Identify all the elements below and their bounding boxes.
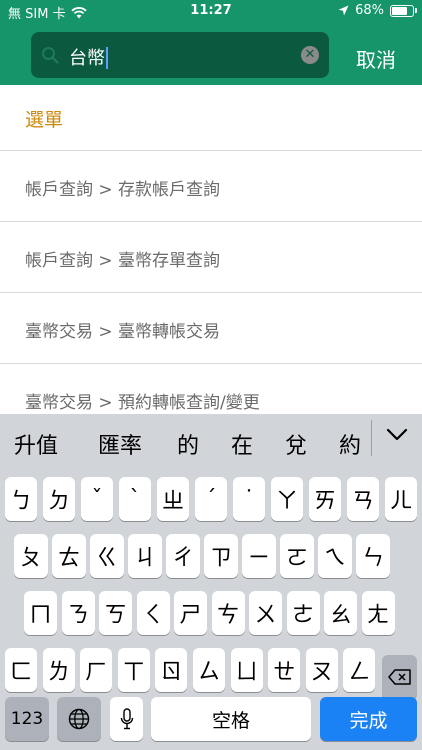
zhuyin-keyboard: 升值 匯率 的 在 兌 約 ㄅㄉ ˇ ˋ ㄓ ˊ ˙ ㄚㄞㄢㄦ ㄆㄊㄍㄐㄔㄗㄧㄛㄟㄣ ㄇㄋㄎ…	[0, 414, 422, 750]
space-key[interactable]: 空格	[151, 697, 311, 741]
keyboard-key[interactable]: ㄏ	[80, 648, 113, 692]
keyboard-key[interactable]: ㄉ	[43, 477, 75, 521]
candidate-word[interactable]: 匯率	[98, 428, 142, 460]
battery-icon	[390, 4, 417, 17]
list-item-label: 帳戶查詢 > 臺幣存單查詢	[25, 251, 221, 271]
list-item[interactable]: 帳戶查詢 > 存款帳戶查詢	[0, 150, 422, 221]
battery-percent: 68%	[355, 3, 384, 18]
candidate-word[interactable]: 的	[177, 428, 199, 460]
keyboard-key[interactable]: ˙	[233, 477, 265, 521]
results-list: 帳戶查詢 > 存款帳戶查詢 帳戶查詢 > 臺幣存單查詢 臺幣交易 > 臺幣轉帳交…	[0, 150, 422, 434]
search-input-text: 台幣	[69, 48, 105, 69]
backspace-icon	[387, 669, 411, 685]
keyboard-key[interactable]: ㄣ	[356, 534, 390, 578]
keyboard-key[interactable]: ㄎ	[99, 591, 132, 635]
clear-search-button[interactable]: ✕	[301, 46, 319, 64]
candidate-word[interactable]: 升值	[14, 428, 58, 460]
keyboard-key[interactable]: ㄝ	[268, 648, 301, 692]
keyboard-key[interactable]: ㄛ	[280, 534, 314, 578]
list-item-label: 臺幣交易 > 預約轉帳查詢/變更	[25, 393, 260, 413]
search-input[interactable]: 台幣	[69, 44, 108, 70]
search-icon	[42, 47, 59, 64]
location-arrow-icon	[338, 5, 349, 16]
keyboard-key[interactable]: ㄑ	[136, 591, 170, 635]
list-item-label: 臺幣交易 > 臺幣轉帳交易	[25, 322, 221, 342]
numbers-key[interactable]: 123	[5, 697, 49, 741]
list-item[interactable]: 帳戶查詢 > 臺幣存單查詢	[0, 221, 422, 292]
keyboard-key[interactable]: ㄍ	[90, 534, 124, 578]
keyboard-key[interactable]: ˋ	[119, 477, 151, 521]
keyboard-key[interactable]: ㄒ	[117, 648, 150, 692]
keyboard-key[interactable]: ㄘ	[211, 591, 245, 635]
list-item-label: 帳戶查詢 > 存款帳戶查詢	[25, 180, 221, 200]
keyboard-key[interactable]: ㄗ	[204, 534, 238, 578]
dictation-key[interactable]	[110, 697, 143, 741]
status-right: 68%	[338, 3, 417, 18]
keyboard-key[interactable]: ㄕ	[174, 591, 207, 635]
keyboard-key[interactable]: ㄚ	[271, 477, 303, 521]
candidate-divider	[371, 420, 372, 456]
keyboard-key[interactable]: ㄠ	[324, 591, 357, 635]
keyboard-key[interactable]: ㄌ	[42, 648, 75, 692]
text-caret	[106, 47, 108, 69]
keyboard-key[interactable]: ㄡ	[305, 648, 338, 692]
keyboard-key[interactable]: ㄆ	[14, 534, 48, 578]
status-bar: 無 SIM 卡 11:27 68%	[0, 0, 422, 22]
keyboard-key[interactable]: ㄔ	[166, 534, 200, 578]
backspace-key[interactable]	[382, 655, 417, 699]
keyboard-key[interactable]: ㄖ	[155, 648, 188, 692]
search-field[interactable]: 台幣 ✕	[31, 32, 329, 78]
candidate-word[interactable]: 兌	[285, 428, 307, 460]
candidate-word[interactable]: 在	[231, 428, 253, 460]
keyboard-key[interactable]: ㄅ	[5, 477, 37, 521]
app-header: 無 SIM 卡 11:27 68% 台幣 ✕ 取消	[0, 0, 422, 85]
keyboard-key[interactable]: ㄧ	[242, 534, 276, 578]
keyboard-key[interactable]: ㄢ	[347, 477, 379, 521]
keyboard-key[interactable]: ㄜ	[286, 591, 320, 635]
keyboard-key[interactable]: ㄈ	[5, 648, 37, 692]
candidate-word[interactable]: 約	[339, 428, 361, 460]
keyboard-key[interactable]: ㄨ	[249, 591, 282, 635]
section-title: 選單	[25, 109, 64, 131]
keyboard-key[interactable]: ㄟ	[318, 534, 352, 578]
list-item[interactable]: 臺幣交易 > 臺幣轉帳交易	[0, 292, 422, 363]
microphone-icon	[120, 708, 133, 730]
keyboard-key[interactable]: ㄦ	[385, 477, 417, 521]
keyboard-key[interactable]: ㄙ	[193, 648, 225, 692]
done-key[interactable]: 完成	[320, 697, 417, 741]
keyboard-key[interactable]: ㄤ	[361, 591, 395, 635]
keyboard-key[interactable]: ㄥ	[343, 648, 376, 692]
keyboard-key[interactable]: ˇ	[81, 477, 113, 521]
keyboard-key[interactable]: ㄩ	[230, 648, 263, 692]
globe-key[interactable]	[57, 697, 101, 741]
keyboard-key[interactable]: ㄊ	[52, 534, 86, 578]
keyboard-key[interactable]: ㄇ	[24, 591, 57, 635]
keyboard-key[interactable]: ㄓ	[157, 477, 189, 521]
keyboard-key[interactable]: ㄞ	[309, 477, 341, 521]
globe-icon	[68, 708, 90, 730]
keyboard-key[interactable]: ㄐ	[128, 534, 162, 578]
cancel-button[interactable]: 取消	[356, 44, 408, 73]
keyboard-key[interactable]: ˊ	[195, 477, 227, 521]
candidate-bar: 升值 匯率 的 在 兌 約	[0, 414, 422, 472]
keyboard-key[interactable]: ㄋ	[61, 591, 95, 635]
chevron-down-icon[interactable]	[386, 428, 408, 442]
